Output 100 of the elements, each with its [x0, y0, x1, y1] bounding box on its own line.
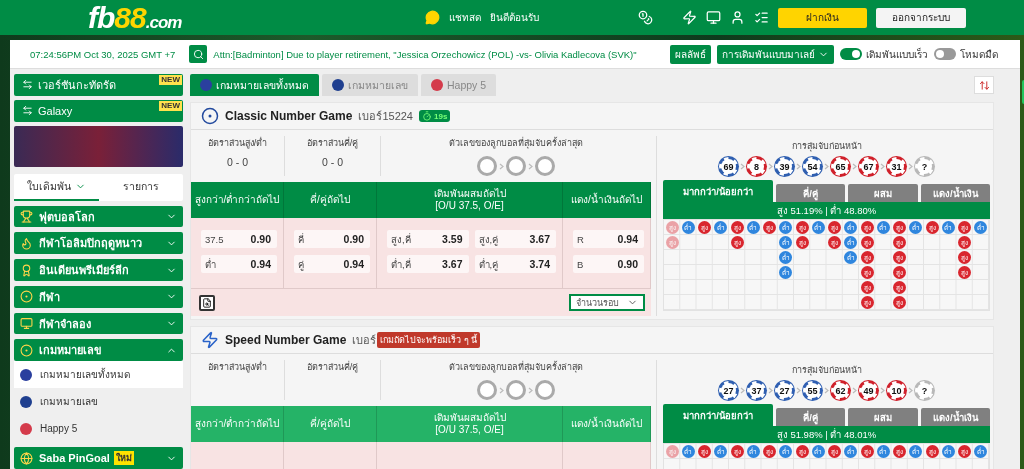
trend-tab[interactable]: มากกว่า/น้อยกว่า — [663, 404, 773, 426]
sport-menu-item[interactable]: กีฬา — [14, 286, 183, 308]
stat-value: 0 - 0 — [322, 156, 343, 168]
trend-tab[interactable]: ผสม — [848, 184, 918, 202]
chevron-icon — [880, 387, 885, 394]
announcement-text: Attn:[Badminton] Due to player retirement, "Jessica Orzechowicz (POL) -vs- Olivia Kadlecova (SVK)" — [213, 48, 638, 60]
rounds-dropdown[interactable]: จำนวนรอบ — [569, 294, 645, 311]
stat-label: อัตราส่วนคี่/คู่ — [306, 136, 359, 150]
game-tab[interactable]: เกมหมายเลขทั้งหมด — [190, 74, 319, 96]
game-title: Classic Number Game — [225, 109, 353, 123]
number-ball: 39 — [775, 157, 794, 176]
coins-icon[interactable] — [638, 10, 653, 25]
new-ribbon: NEW — [159, 75, 182, 85]
odds-type-dropdown[interactable]: การเดิมพันแบบมาเลย์ — [717, 44, 834, 64]
summary-bar: สูง 51.98% | ต่ำ 48.01% — [663, 426, 990, 443]
submenu-item[interactable]: เกมหมายเลขทั้งหมด — [14, 361, 183, 389]
trend-tab[interactable]: มากกว่า/น้อยกว่า — [663, 180, 773, 202]
game-title: Speed Number Game — [225, 333, 347, 347]
sport-menu-item[interactable]: กีฬาโอลิมปิกฤดูหนาว — [14, 232, 183, 255]
number-ball: 67 — [859, 157, 878, 176]
empty-ball-icon — [535, 156, 555, 176]
sidebar-tab[interactable]: รายการ — [98, 174, 183, 201]
trend-tab[interactable]: คี่/คู่ — [776, 408, 846, 426]
chevron-icon — [740, 163, 745, 170]
toggle-switch[interactable] — [840, 48, 862, 60]
sport-menu-item[interactable]: Saba PinGoal ใหม่ — [14, 447, 183, 469]
stat-label: ตัวเลขของลูกบอลที่สุ่มจับครั้งล่าสุด — [449, 136, 583, 150]
search-button[interactable] — [189, 45, 208, 63]
odds-button[interactable]: R 0.94 — [573, 230, 644, 248]
promo-button[interactable]: เวอร์ชันกะทัดรัด NEW — [14, 74, 183, 96]
chevron-icon — [499, 162, 504, 170]
column-header: สูงกว่า/ต่ำกว่าถัดไป — [194, 418, 280, 430]
column-header: คี่/คู่ถัดไป — [310, 194, 350, 206]
sport-menu-item[interactable]: ฟุตบอลโลก — [14, 205, 183, 228]
odds-button[interactable]: คู่ 0.94 — [294, 255, 370, 273]
odds-button[interactable]: B 0.90 — [573, 255, 644, 273]
sport-icon — [20, 263, 33, 277]
odds-button[interactable]: สูง,คู่ 3.67 — [474, 230, 556, 248]
odds-button[interactable]: 37.5 0.90 — [201, 230, 277, 248]
balls-icon — [201, 107, 219, 125]
banner-placeholder[interactable] — [14, 125, 183, 168]
number-ball: 27 — [719, 381, 738, 400]
sport-icon — [20, 236, 33, 250]
number-ball: ? — [915, 381, 934, 400]
report-button[interactable] — [199, 294, 215, 311]
status-badge: เกมถัดไปจะพร้อมเร็ว ๆ นี้ — [377, 332, 481, 348]
checklist-icon[interactable] — [754, 10, 769, 25]
sport-icon — [20, 290, 33, 304]
sport-menu-item[interactable]: เกมหมายเลข — [14, 339, 183, 362]
column-header: แดง/น้ำเงินถัดไป — [571, 418, 642, 430]
header-button[interactable]: ออกจากระบบ — [876, 7, 966, 28]
empty-ball-icon — [506, 156, 526, 176]
swap-arrows-icon — [22, 105, 33, 117]
chat-bubble-icon[interactable] — [425, 10, 440, 25]
number-ball: 69 — [719, 157, 738, 176]
game-number: เบอร์ — [352, 333, 377, 348]
header-button[interactable]: ฝากเงิน — [778, 7, 867, 28]
user-icon[interactable] — [730, 10, 745, 25]
report-icon — [202, 297, 212, 308]
odds-button[interactable]: ต่ำ,คู่ 3.74 — [474, 255, 556, 273]
results-button[interactable]: ผลลัพธ์ — [670, 44, 711, 64]
logo[interactable]: fb88.com — [88, 0, 182, 35]
column-subheader: [O/U 37.5, O/E] — [435, 200, 504, 212]
trend-tab[interactable]: แดง/น้ำเงิน — [920, 184, 990, 202]
odds-button[interactable]: สูง,คี่ 3.59 — [387, 230, 469, 248]
game-icon — [20, 395, 32, 408]
number-ball: 37 — [747, 381, 766, 400]
lightning-icon[interactable] — [682, 10, 697, 25]
search-icon — [192, 48, 204, 60]
number-ball: 62 — [831, 381, 850, 400]
column-header: คี่/คู่ถัดไป — [310, 418, 350, 430]
sort-arrows-icon — [978, 79, 990, 91]
column-subheader: [O/U 37.5, O/E] — [435, 424, 504, 436]
odds-button[interactable]: ต่ำ,คี่ 3.67 — [387, 255, 469, 273]
promo-button[interactable]: Galaxy NEW — [14, 99, 183, 122]
chevron-icon — [824, 163, 829, 170]
sport-menu-item[interactable]: อินเดียนพรีเมียร์ลีก — [14, 259, 183, 281]
clock-text: 07:24:56PM Oct 30, 2025 GMT +7 — [30, 48, 176, 60]
monitor-icon[interactable] — [706, 10, 721, 25]
sport-icon — [20, 343, 33, 357]
odds-button[interactable]: คี่ 0.90 — [294, 230, 370, 248]
sport-icon — [20, 317, 33, 331]
empty-ball-icon — [506, 380, 526, 400]
number-ball: 49 — [859, 381, 878, 400]
sort-button[interactable] — [974, 76, 994, 94]
trend-tab[interactable]: คี่/คู่ — [776, 184, 846, 202]
empty-ball-icon — [477, 156, 497, 176]
trend-tab[interactable]: แดง/น้ำเงิน — [920, 408, 990, 426]
trend-tab[interactable]: ผสม — [848, 408, 918, 426]
sport-menu-item[interactable]: กีฬาจำลอง — [14, 312, 183, 335]
welcome-text: ยินดีต้อนรับ — [490, 11, 539, 25]
number-ball: 65 — [831, 157, 850, 176]
odds-button[interactable]: ต่ำ 0.94 — [201, 255, 277, 273]
toggle-switch[interactable] — [934, 48, 956, 60]
live-chat-link[interactable]: แชทสด — [449, 10, 481, 25]
section-label: การสุ่มจับก่อนหน้า — [790, 140, 863, 153]
sidebar-tab[interactable]: ใบเดิมพัน — [14, 174, 99, 201]
number-ball: 8 — [747, 157, 766, 176]
game-icon — [431, 79, 443, 91]
chevron-icon — [768, 163, 773, 170]
